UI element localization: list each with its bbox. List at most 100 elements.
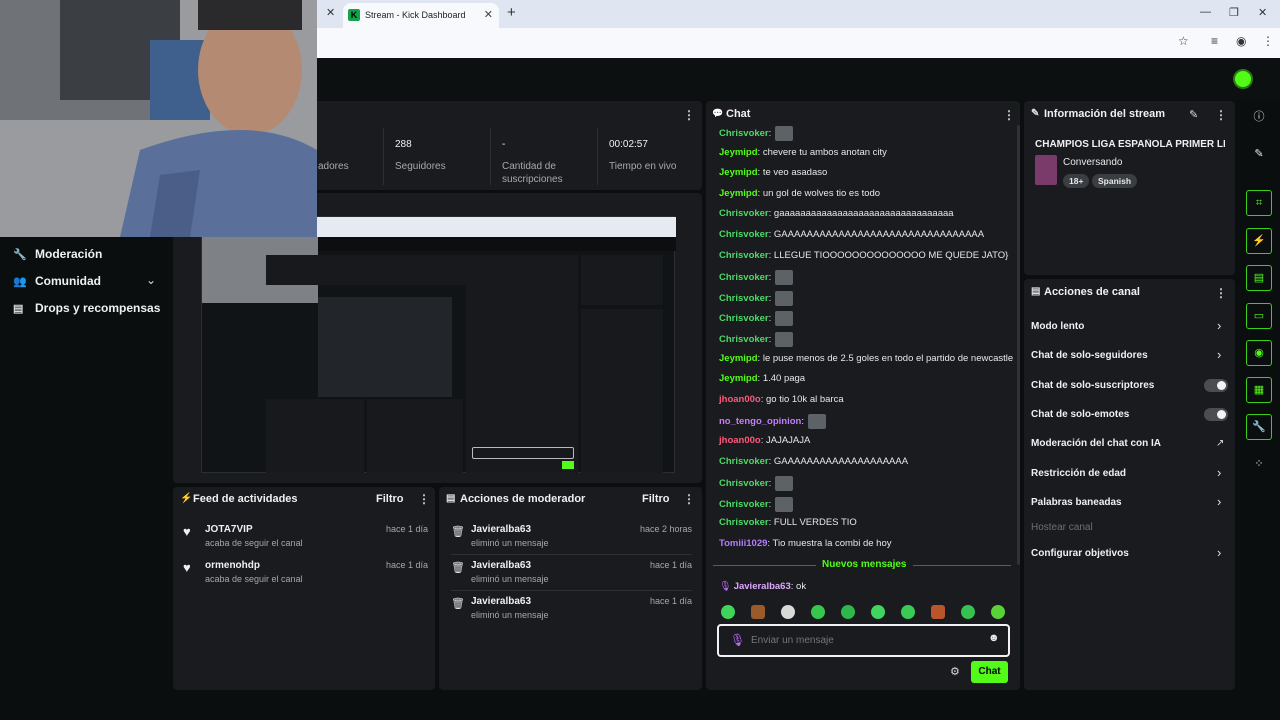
stream-info-menu-icon[interactable]: ⋮ [1215,108,1227,122]
item-name: Javieralba63 [471,524,532,535]
emote-icon[interactable] [781,605,795,619]
restore-icon[interactable]: ❐ [1229,6,1239,19]
chevron-right-icon[interactable]: › [1217,494,1221,509]
send-chat-button[interactable]: Chat [971,661,1008,683]
stats-menu-icon[interactable]: ⋮ [683,108,695,122]
nav-comunidad[interactable]: 👥 Comunidad [13,274,101,288]
emote-icon[interactable] [841,605,855,619]
chevron-right-icon[interactable]: › [1217,545,1221,560]
toggle-solo-emotes[interactable] [1204,408,1228,421]
pencil-icon[interactable]: ✎ [1246,142,1272,168]
browser-tab[interactable]: K Stream - Kick Dashboard ✕ [343,3,499,28]
chat-username[interactable]: jhoan00o [719,435,761,446]
chat-message: Chrisvoker: GAAAAAAAAAAAAAAAAAAAAAAAAAAA… [719,229,985,240]
action-restriccion-edad[interactable]: Restricción de edad [1031,468,1126,479]
channel-actions-menu-icon[interactable]: ⋮ [1215,286,1227,300]
wrench-icon[interactable]: 🔧 [1246,414,1272,440]
user-avatar[interactable] [1233,69,1253,89]
emote-icon[interactable] [961,605,975,619]
divider [451,554,692,555]
trash-icon: 🗑 [451,598,465,610]
emote-icon[interactable] [721,605,735,619]
chat-username[interactable]: Chrisvoker [719,499,769,510]
item-desc: acaba de seguir el canal [205,538,303,548]
chat-username[interactable]: Chrisvoker [719,229,769,240]
chat-username[interactable]: Jeymipd [719,188,758,199]
list-icon: ▤ [446,493,456,504]
chat-input-box[interactable]: 🎙 ☻ [717,624,1010,657]
chat-username[interactable]: no_tengo_opinion [719,416,801,427]
emote-icon[interactable] [901,605,915,619]
action-configurar-objetivos[interactable]: Configurar objetivos [1031,548,1129,559]
chat-username[interactable]: Chrisvoker [719,478,769,489]
emote-icon[interactable] [811,605,825,619]
bookmark-star-icon[interactable]: ☆ [1178,34,1189,48]
kick-favicon-icon: K [348,9,360,21]
chat-username[interactable]: Chrisvoker [719,208,769,219]
chat-username[interactable]: Chrisvoker [719,293,769,304]
close-tab-icon[interactable]: ✕ [326,6,335,19]
action-modo-lento[interactable]: Modo lento [1031,321,1084,332]
info-icon[interactable]: ⓘ [1246,105,1272,131]
nav-moderacion[interactable]: 🔧 Moderación [13,247,102,261]
chat-username[interactable]: jhoan00o [719,394,761,405]
action-moderacion-ia[interactable]: Moderación del chat con IA [1031,438,1161,449]
chat-message: Chrisvoker: [719,126,793,141]
chat-username[interactable]: Jeymipd [719,147,758,158]
mod-actions-filter[interactable]: Filtro [642,493,670,505]
nav-drops[interactable]: ▤ Drops y recompensas [13,301,160,315]
broadcast-icon[interactable]: ◉ [1246,340,1272,366]
chat-text: 1.40 paga [762,373,806,384]
chat-username[interactable]: Chrisvoker [719,313,769,324]
new-tab-button[interactable]: + [507,4,516,21]
action-palabras-baneadas[interactable]: Palabras baneadas [1031,497,1122,508]
profile-icon[interactable]: ◉ [1236,34,1246,48]
chat-scrollbar[interactable] [1017,125,1020,565]
chat-username[interactable]: Jeymipd [719,353,758,364]
toggle-solo-suscriptores[interactable] [1204,379,1228,392]
chat-username[interactable]: Chrisvoker [719,128,769,139]
chat-username[interactable]: Chrisvoker [719,456,769,467]
activity-feed-menu-icon[interactable]: ⋮ [418,492,430,506]
dots-grid-icon[interactable]: ⁘ [1246,452,1272,478]
chat-username[interactable]: Chrisvoker [719,250,769,261]
external-link-icon[interactable]: ↗ [1216,438,1224,449]
layout-icon[interactable]: ▦ [1246,377,1272,403]
activity-feed-filter[interactable]: Filtro [376,493,404,505]
new-messages-label[interactable]: Nuevos mensajes [816,559,913,570]
edit-icon[interactable]: ✎ [1189,108,1198,121]
chat-username[interactable]: Jeymipd [719,167,758,178]
chat-message-input[interactable] [751,631,971,649]
emote-icon[interactable] [751,605,765,619]
media-control-icon[interactable]: ≡ [1211,34,1218,48]
mod-actions-menu-icon[interactable]: ⋮ [683,492,695,506]
scan-icon[interactable]: ⌗ [1246,190,1272,216]
action-solo-seguidores[interactable]: Chat de solo-seguidores [1031,350,1148,361]
chat-icon[interactable]: ▭ [1246,303,1272,329]
chevron-right-icon[interactable]: › [1217,465,1221,480]
chat-username[interactable]: Jeymipd [719,373,758,384]
bolt-icon[interactable]: ⚡ [1246,228,1272,254]
chat-username[interactable]: Chrisvoker [719,334,769,345]
chevron-right-icon[interactable]: › [1217,347,1221,362]
close-window-icon[interactable]: ✕ [1258,6,1267,19]
chat-username[interactable]: Chrisvoker [719,272,769,283]
chat-username[interactable]: Javieralba63 [734,581,791,592]
minimize-icon[interactable]: — [1200,6,1211,18]
stat-value: 00:02:57 [609,139,648,150]
emote-icon[interactable] [871,605,885,619]
emote-icon[interactable] [991,605,1005,619]
chat-menu-icon[interactable]: ⋮ [1003,108,1015,122]
close-tab-icon[interactable]: ✕ [484,8,493,21]
gear-icon[interactable]: ⚙ [950,665,960,678]
chat-username[interactable]: Chrisvoker [719,517,769,528]
stream-preview-video[interactable] [201,216,676,473]
chat-message: Chrisvoker: FULL VERDES TIO [719,517,857,528]
emoji-icon[interactable]: ☻ [988,632,1000,644]
chevron-right-icon[interactable]: › [1217,318,1221,333]
browser-menu-icon[interactable]: ⋮ [1262,34,1274,48]
clipboard-icon[interactable]: ▤ [1246,265,1272,291]
emote-icon[interactable] [931,605,945,619]
chat-username[interactable]: Tomiii1029 [719,538,767,549]
chevron-down-icon[interactable]: ⌄ [146,273,156,287]
